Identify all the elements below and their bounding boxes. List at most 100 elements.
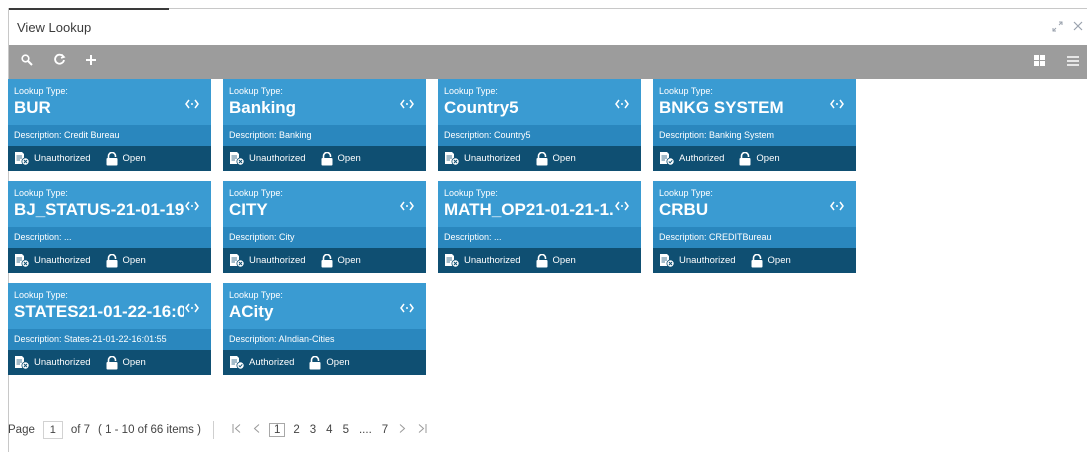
- swap-icon[interactable]: [615, 198, 629, 216]
- swap-icon[interactable]: [185, 198, 199, 216]
- lookup-tile[interactable]: Lookup Type: ACity Description: AIndian-Ci…: [223, 283, 426, 375]
- auth-status: Unauthorized: [249, 153, 306, 164]
- record-status: Open: [122, 153, 146, 164]
- page-number-input[interactable]: 1: [42, 421, 63, 439]
- unlock-icon: [105, 355, 119, 370]
- tile-status-bar: Authorized Open: [223, 350, 426, 375]
- tile-status-bar: Unauthorized Open: [8, 146, 211, 171]
- first-page-icon[interactable]: [232, 424, 241, 436]
- tile-status-bar: Unauthorized Open: [438, 248, 641, 273]
- record-status: Open: [552, 255, 576, 266]
- close-icon[interactable]: [1073, 21, 1083, 34]
- unauthorized-doc-icon: [229, 151, 245, 166]
- lookup-tile[interactable]: Lookup Type: BNKG SYSTEM Description: Bank…: [653, 79, 856, 171]
- unauthorized-doc-icon: [659, 253, 675, 268]
- swap-icon[interactable]: [615, 96, 629, 114]
- auth-status: Unauthorized: [34, 255, 91, 266]
- page-label: Page: [8, 424, 35, 436]
- search-icon: [21, 53, 33, 71]
- tile-description: Description: ...: [438, 227, 641, 248]
- lookup-type-value: BNKG SYSTEM: [659, 98, 784, 117]
- lookup-type-value: CITY: [229, 200, 268, 219]
- unlock-icon: [105, 253, 119, 268]
- unauthorized-doc-icon: [14, 355, 30, 370]
- tile-description: Description: Credit Bureau: [8, 125, 211, 146]
- page-link[interactable]: 4: [326, 424, 332, 436]
- tile-status-bar: Unauthorized Open: [8, 350, 211, 375]
- record-status: Open: [337, 153, 361, 164]
- swap-icon[interactable]: [400, 96, 414, 114]
- tile-status-bar: Unauthorized Open: [8, 248, 211, 273]
- lookup-tile[interactable]: Lookup Type: Banking Description: Banking U…: [223, 79, 426, 171]
- swap-icon[interactable]: [830, 198, 844, 216]
- refresh-button[interactable]: [45, 45, 73, 79]
- lookup-tile[interactable]: Lookup Type: BJ_STATUS-21-01-19... Descrip…: [8, 181, 211, 273]
- grid-icon: [1033, 53, 1045, 71]
- authorized-doc-icon: [659, 151, 675, 166]
- tile-status-bar: Unauthorized Open: [223, 248, 426, 273]
- lookup-type-label: Lookup Type:: [14, 290, 68, 300]
- lookup-tile[interactable]: Lookup Type: BUR Description: Credit Burea…: [8, 79, 211, 171]
- page-link[interactable]: 2: [293, 424, 299, 436]
- page-link[interactable]: 1: [268, 423, 286, 437]
- lookup-tile[interactable]: Lookup Type: CITY Description: City Unautho…: [223, 181, 426, 273]
- lookup-type-label: Lookup Type:: [444, 188, 498, 198]
- record-status: Open: [326, 357, 350, 368]
- lookup-tile[interactable]: Lookup Type: Country5 Description: Country…: [438, 79, 641, 171]
- lookup-type-label: Lookup Type:: [444, 86, 498, 96]
- search-button[interactable]: [13, 45, 41, 79]
- tile-description: Description: Country5: [438, 125, 641, 146]
- lookup-type-label: Lookup Type:: [659, 86, 713, 96]
- tile-status-bar: Authorized Open: [653, 146, 856, 171]
- window-controls: [1052, 21, 1083, 34]
- page-link[interactable]: 5: [343, 424, 349, 436]
- prev-page-icon[interactable]: [253, 424, 260, 436]
- window-title: View Lookup: [17, 19, 92, 35]
- lookup-type-label: Lookup Type:: [229, 86, 283, 96]
- lookup-type-value: MATH_OP21-01-21-1...: [444, 200, 614, 219]
- swap-icon[interactable]: [830, 96, 844, 114]
- pager-divider: [212, 421, 214, 439]
- lookup-type-label: Lookup Type:: [229, 290, 283, 300]
- page-ellipsis: ....: [358, 424, 372, 436]
- lookup-type-value: BJ_STATUS-21-01-19...: [14, 200, 184, 219]
- tile-description: Description: AIndian-Cities: [223, 329, 426, 350]
- lookup-type-value: Country5: [444, 98, 519, 117]
- swap-icon[interactable]: [400, 300, 414, 318]
- view-toggle: [1019, 45, 1087, 79]
- record-status: Open: [122, 255, 146, 266]
- title-bar: View Lookup: [9, 9, 1087, 45]
- next-page-icon[interactable]: [399, 424, 406, 436]
- lookup-type-value: CRBU: [659, 200, 709, 219]
- page-link[interactable]: 7: [382, 424, 388, 436]
- lookup-type-value: STATES21-01-22-16:0...: [14, 302, 184, 321]
- record-status: Open: [552, 153, 576, 164]
- pagination: Page 1 of 7 ( 1 - 10 of 66 items ) 12345…: [8, 421, 433, 439]
- refresh-icon: [53, 53, 66, 71]
- lookup-tile[interactable]: Lookup Type: CRBU Description: CREDITBurea…: [653, 181, 856, 273]
- auth-status: Unauthorized: [679, 255, 736, 266]
- lookup-tile[interactable]: Lookup Type: MATH_OP21-01-21-1... Descript…: [438, 181, 641, 273]
- swap-icon[interactable]: [185, 300, 199, 318]
- tile-view-button[interactable]: [1025, 45, 1053, 79]
- auth-status: Unauthorized: [464, 255, 521, 266]
- auth-status: Authorized: [249, 357, 295, 368]
- tile-description: Description: CREDITBureau: [653, 227, 856, 248]
- add-button[interactable]: [77, 45, 105, 79]
- restore-icon[interactable]: [1052, 21, 1063, 34]
- unauthorized-doc-icon: [444, 253, 460, 268]
- swap-icon[interactable]: [400, 198, 414, 216]
- lookup-type-value: Banking: [229, 98, 297, 117]
- unlock-icon: [105, 151, 119, 166]
- lookup-tile[interactable]: Lookup Type: STATES21-01-22-16:0... Descri…: [8, 283, 211, 375]
- toolbar: [9, 45, 1087, 79]
- tile-description: Description: ...: [8, 227, 211, 248]
- unlock-icon: [320, 253, 334, 268]
- list-view-button[interactable]: [1059, 45, 1087, 79]
- lookup-type-value: BUR: [14, 98, 51, 117]
- page-numbers: 1 2 3 4 5.... 7: [266, 423, 393, 437]
- record-status: Open: [756, 153, 780, 164]
- swap-icon[interactable]: [185, 96, 199, 114]
- last-page-icon[interactable]: [418, 424, 427, 436]
- page-link[interactable]: 3: [310, 424, 316, 436]
